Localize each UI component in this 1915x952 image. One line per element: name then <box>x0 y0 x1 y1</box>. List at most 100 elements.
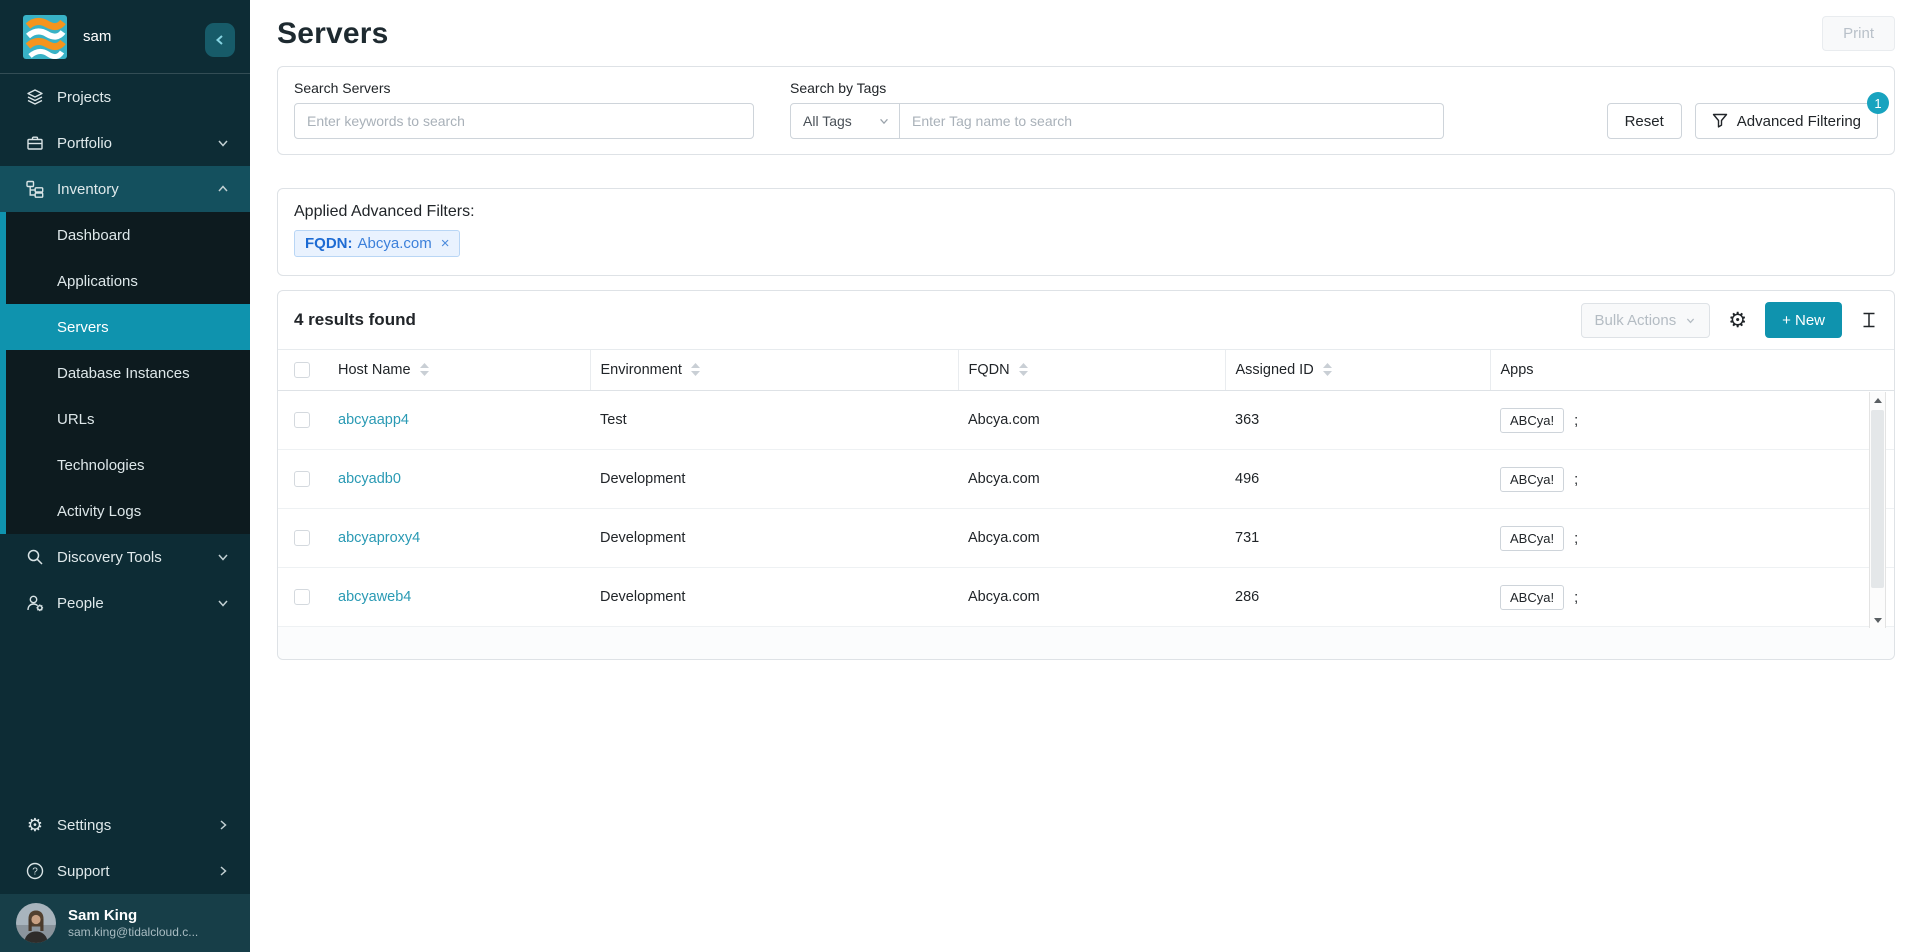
host-link[interactable]: abcyaweb4 <box>338 589 411 605</box>
applied-filters-card: Applied Advanced Filters: FQDN: Abcya.co… <box>277 188 1895 276</box>
servers-table: Host Name Environment <box>278 349 1894 627</box>
bulk-actions-button[interactable]: Bulk Actions <box>1581 303 1711 338</box>
toolbar-actions: Bulk Actions ⚙ + New <box>1581 302 1878 338</box>
user-gear-icon <box>25 593 45 613</box>
assigned-id-cell: 286 <box>1225 568 1490 627</box>
table-row: abcyaproxy4 Development Abcya.com 731 AB… <box>278 509 1894 568</box>
sidebar-item-inventory[interactable]: Inventory <box>0 166 250 212</box>
environment-cell: Development <box>590 568 958 627</box>
chevron-right-icon <box>216 864 230 878</box>
funnel-icon <box>1712 113 1728 129</box>
sidebar-subitem-label: URLs <box>57 411 95 428</box>
search-servers-group: Search Servers <box>294 80 754 139</box>
row-checkbox[interactable] <box>294 412 310 428</box>
sidebar-item-technologies[interactable]: Technologies <box>6 442 250 488</box>
row-checkbox[interactable] <box>294 471 310 487</box>
briefcase-icon <box>25 133 45 153</box>
filter-actions: Reset Advanced Filtering 1 <box>1607 103 1878 139</box>
apps-cell: ABCya!; <box>1490 450 1894 509</box>
host-link[interactable]: abcyaapp4 <box>338 412 409 428</box>
apps-suffix: ; <box>1574 472 1578 488</box>
row-checkbox[interactable] <box>294 530 310 546</box>
column-label: Environment <box>601 362 682 378</box>
user-profile[interactable]: Sam King sam.king@tidalcloud.c... <box>0 894 250 952</box>
select-all-checkbox[interactable] <box>294 362 310 378</box>
app-chip[interactable]: ABCya! <box>1500 585 1564 610</box>
column-header-environment[interactable]: Environment <box>601 362 948 378</box>
table-footer <box>278 627 1894 659</box>
scrollbar-track[interactable] <box>1870 408 1885 612</box>
scrollbar-thumb[interactable] <box>1871 410 1884 588</box>
sort-icon <box>419 363 430 377</box>
sidebar-subitem-label: Servers <box>57 319 109 336</box>
print-button[interactable]: Print <box>1822 16 1895 51</box>
column-label: Assigned ID <box>1236 362 1314 378</box>
apps-cell: ABCya!; <box>1490 391 1894 450</box>
sidebar-item-label: Projects <box>57 89 230 106</box>
sidebar: sam Projects <box>0 0 250 952</box>
chevron-down-icon <box>1685 315 1696 326</box>
tags-type-select[interactable]: All Tags <box>790 103 900 139</box>
remove-filter-icon[interactable]: × <box>441 236 450 251</box>
sidebar-item-portfolio[interactable]: Portfolio <box>0 120 250 166</box>
sidebar-item-projects[interactable]: Projects <box>0 74 250 120</box>
applied-filters-title: Applied Advanced Filters: <box>294 203 1878 221</box>
sidebar-item-label: People <box>57 595 216 612</box>
fqdn-cell: Abcya.com <box>958 509 1225 568</box>
scroll-up-icon[interactable] <box>1870 392 1885 408</box>
sidebar-item-support[interactable]: ? Support <box>0 848 250 894</box>
sidebar-item-database-instances[interactable]: Database Instances <box>6 350 250 396</box>
chevron-down-icon <box>878 115 890 127</box>
sidebar-item-settings[interactable]: ⚙ Settings <box>0 802 250 848</box>
host-link[interactable]: abcyadb0 <box>338 471 401 487</box>
row-height-button[interactable] <box>1860 311 1878 329</box>
search-servers-input[interactable] <box>294 103 754 139</box>
sidebar-item-activity-logs[interactable]: Activity Logs <box>6 488 250 534</box>
fqdn-cell: Abcya.com <box>958 450 1225 509</box>
reset-button[interactable]: Reset <box>1607 103 1682 139</box>
search-icon <box>25 547 45 567</box>
tags-select-value: All Tags <box>803 113 852 129</box>
chevron-down-icon <box>216 136 230 150</box>
column-header-fqdn[interactable]: FQDN <box>969 362 1215 378</box>
column-header-host-name[interactable]: Host Name <box>338 362 580 378</box>
column-header-assigned-id[interactable]: Assigned ID <box>1236 362 1480 378</box>
fqdn-cell: Abcya.com <box>958 391 1225 450</box>
table-settings-button[interactable]: ⚙ <box>1728 310 1747 331</box>
sidebar-item-dashboard[interactable]: Dashboard <box>6 212 250 258</box>
chevron-down-icon <box>216 550 230 564</box>
inventory-submenu: Dashboard Applications Servers Database … <box>0 212 250 534</box>
sidebar-subitem-label: Activity Logs <box>57 503 141 520</box>
assigned-id-cell: 731 <box>1225 509 1490 568</box>
tidal-logo[interactable] <box>23 15 67 59</box>
apps-suffix: ; <box>1574 531 1578 547</box>
advanced-filtering-button[interactable]: Advanced Filtering 1 <box>1695 103 1878 139</box>
tag-name-input[interactable] <box>900 103 1444 139</box>
sidebar-item-servers[interactable]: Servers <box>6 304 250 350</box>
chevron-right-icon <box>216 818 230 832</box>
sidebar-item-urls[interactable]: URLs <box>6 396 250 442</box>
sidebar-header: sam <box>0 0 250 74</box>
host-link[interactable]: abcyaproxy4 <box>338 530 420 546</box>
table-row: abcyadb0 Development Abcya.com 496 ABCya… <box>278 450 1894 509</box>
table-scrollbar[interactable] <box>1869 392 1886 628</box>
scroll-down-icon[interactable] <box>1870 612 1885 628</box>
sidebar-subitem-label: Applications <box>57 273 138 290</box>
column-label: Host Name <box>338 362 411 378</box>
page-title: Servers <box>277 17 389 51</box>
row-checkbox[interactable] <box>294 589 310 605</box>
sidebar-item-applications[interactable]: Applications <box>6 258 250 304</box>
app-chip[interactable]: ABCya! <box>1500 526 1564 551</box>
app-chip[interactable]: ABCya! <box>1500 408 1564 433</box>
user-meta: Sam King sam.king@tidalcloud.c... <box>68 907 198 940</box>
app-chip[interactable]: ABCya! <box>1500 467 1564 492</box>
sidebar-item-label: Discovery Tools <box>57 549 216 566</box>
sidebar-item-discovery-tools[interactable]: Discovery Tools <box>0 534 250 580</box>
table-row: abcyaweb4 Development Abcya.com 286 ABCy… <box>278 568 1894 627</box>
sidebar-collapse-button[interactable] <box>205 23 235 57</box>
new-server-button[interactable]: + New <box>1765 302 1842 338</box>
sidebar-item-people[interactable]: People <box>0 580 250 626</box>
results-toolbar: 4 results found Bulk Actions ⚙ + New <box>278 291 1894 349</box>
sidebar-subitem-label: Technologies <box>57 457 145 474</box>
bulk-actions-label: Bulk Actions <box>1595 312 1677 329</box>
